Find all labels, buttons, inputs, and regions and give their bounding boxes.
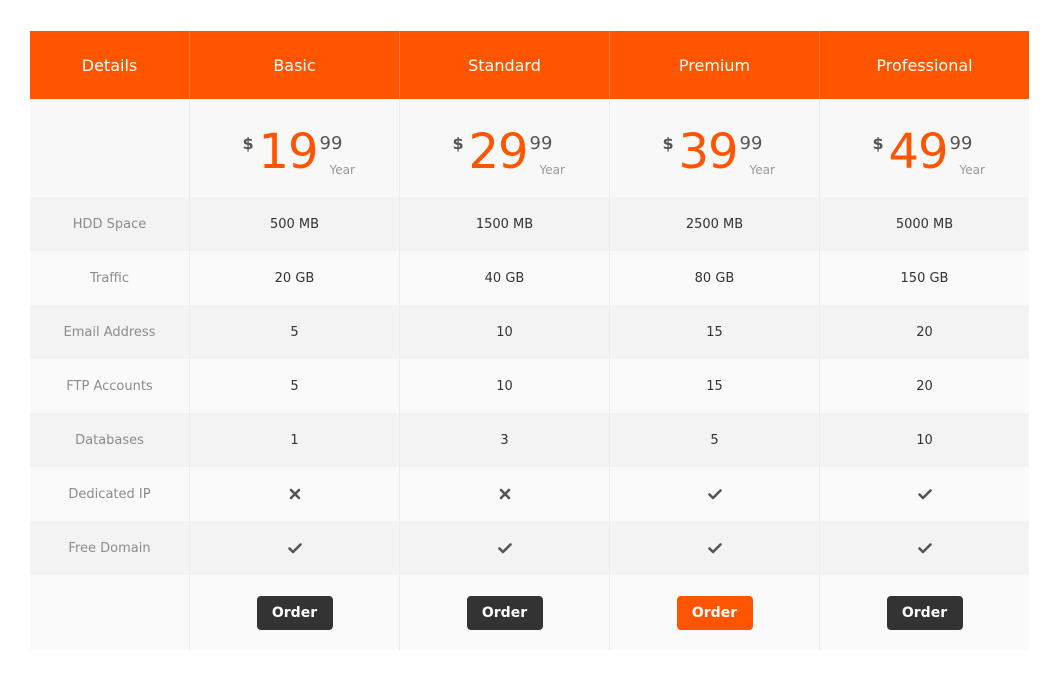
feature-value: 40 GB (400, 251, 610, 305)
feature-icon-cell (400, 521, 610, 575)
feature-value: 5 (190, 359, 400, 413)
header-details: Details (30, 31, 190, 99)
price-period: Year (329, 163, 355, 177)
feature-value: 10 (820, 413, 1029, 467)
price-amount: 49 (888, 124, 949, 180)
feature-icon-cell (190, 521, 400, 575)
feature-value: 5000 MB (820, 197, 1029, 251)
price-cents: 99 (319, 133, 343, 154)
feature-value: 15 (610, 305, 820, 359)
header-plan-basic: Basic (190, 31, 400, 99)
feature-value: 5 (190, 305, 400, 359)
feature-label-free-domain: Free Domain (30, 521, 190, 575)
feature-label-databases: Databases (30, 413, 190, 467)
feature-value: 500 MB (190, 197, 400, 251)
check-icon (917, 542, 932, 554)
feature-value: 20 (820, 305, 1029, 359)
order-button-professional[interactable]: Order (886, 595, 963, 630)
header-plan-professional: Professional (820, 31, 1029, 99)
feature-value: 80 GB (610, 251, 820, 305)
currency-symbol: $ (662, 134, 674, 153)
feature-value: 20 GB (190, 251, 400, 305)
price-standard: $ 29 99 Year (400, 99, 610, 197)
feature-value: 2500 MB (610, 197, 820, 251)
feature-label-hdd-space: HDD Space (30, 197, 190, 251)
order-cell-basic: Order (190, 575, 400, 650)
feature-icon-cell (190, 467, 400, 521)
price-amount: 39 (678, 124, 739, 180)
order-button-basic[interactable]: Order (256, 595, 333, 630)
feature-icon-cell (400, 467, 610, 521)
check-icon (497, 542, 512, 554)
feature-value: 3 (400, 413, 610, 467)
header-plan-standard: Standard (400, 31, 610, 99)
feature-value: 20 (820, 359, 1029, 413)
cross-icon (499, 488, 511, 500)
order-row-label (30, 575, 190, 650)
check-icon (917, 488, 932, 500)
price-cents: 99 (949, 133, 973, 154)
feature-label-dedicated-ip: Dedicated IP (30, 467, 190, 521)
feature-icon-cell (820, 521, 1029, 575)
order-button-standard[interactable]: Order (466, 595, 543, 630)
price-cents: 99 (739, 133, 763, 154)
feature-label-ftp-accounts: FTP Accounts (30, 359, 190, 413)
order-cell-professional: Order (820, 575, 1029, 650)
order-button-premium[interactable]: Order (676, 595, 753, 630)
price-cents: 99 (529, 133, 553, 154)
feature-value: 150 GB (820, 251, 1029, 305)
check-icon (707, 488, 722, 500)
order-cell-premium: Order (610, 575, 820, 650)
feature-value: 1500 MB (400, 197, 610, 251)
check-icon (707, 542, 722, 554)
feature-value: 1 (190, 413, 400, 467)
price-period: Year (539, 163, 565, 177)
price-amount: 29 (468, 124, 529, 180)
feature-value: 5 (610, 413, 820, 467)
pricing-table: Details Basic Standard Premium Professio… (30, 31, 1029, 650)
check-icon (287, 542, 302, 554)
header-plan-premium: Premium (610, 31, 820, 99)
price-basic: $ 19 99 Year (190, 99, 400, 197)
price-premium: $ 39 99 Year (610, 99, 820, 197)
feature-icon-cell (610, 467, 820, 521)
feature-icon-cell (610, 521, 820, 575)
order-cell-standard: Order (400, 575, 610, 650)
price-period: Year (959, 163, 985, 177)
feature-label-email-address: Email Address (30, 305, 190, 359)
currency-symbol: $ (872, 134, 884, 153)
price-row-label (30, 99, 190, 197)
cross-icon (289, 488, 301, 500)
price-professional: $ 49 99 Year (820, 99, 1029, 197)
price-period: Year (749, 163, 775, 177)
feature-icon-cell (820, 467, 1029, 521)
feature-label-traffic: Traffic (30, 251, 190, 305)
feature-value: 10 (400, 359, 610, 413)
currency-symbol: $ (242, 134, 254, 153)
feature-value: 10 (400, 305, 610, 359)
feature-value: 15 (610, 359, 820, 413)
price-amount: 19 (258, 124, 319, 180)
currency-symbol: $ (452, 134, 464, 153)
